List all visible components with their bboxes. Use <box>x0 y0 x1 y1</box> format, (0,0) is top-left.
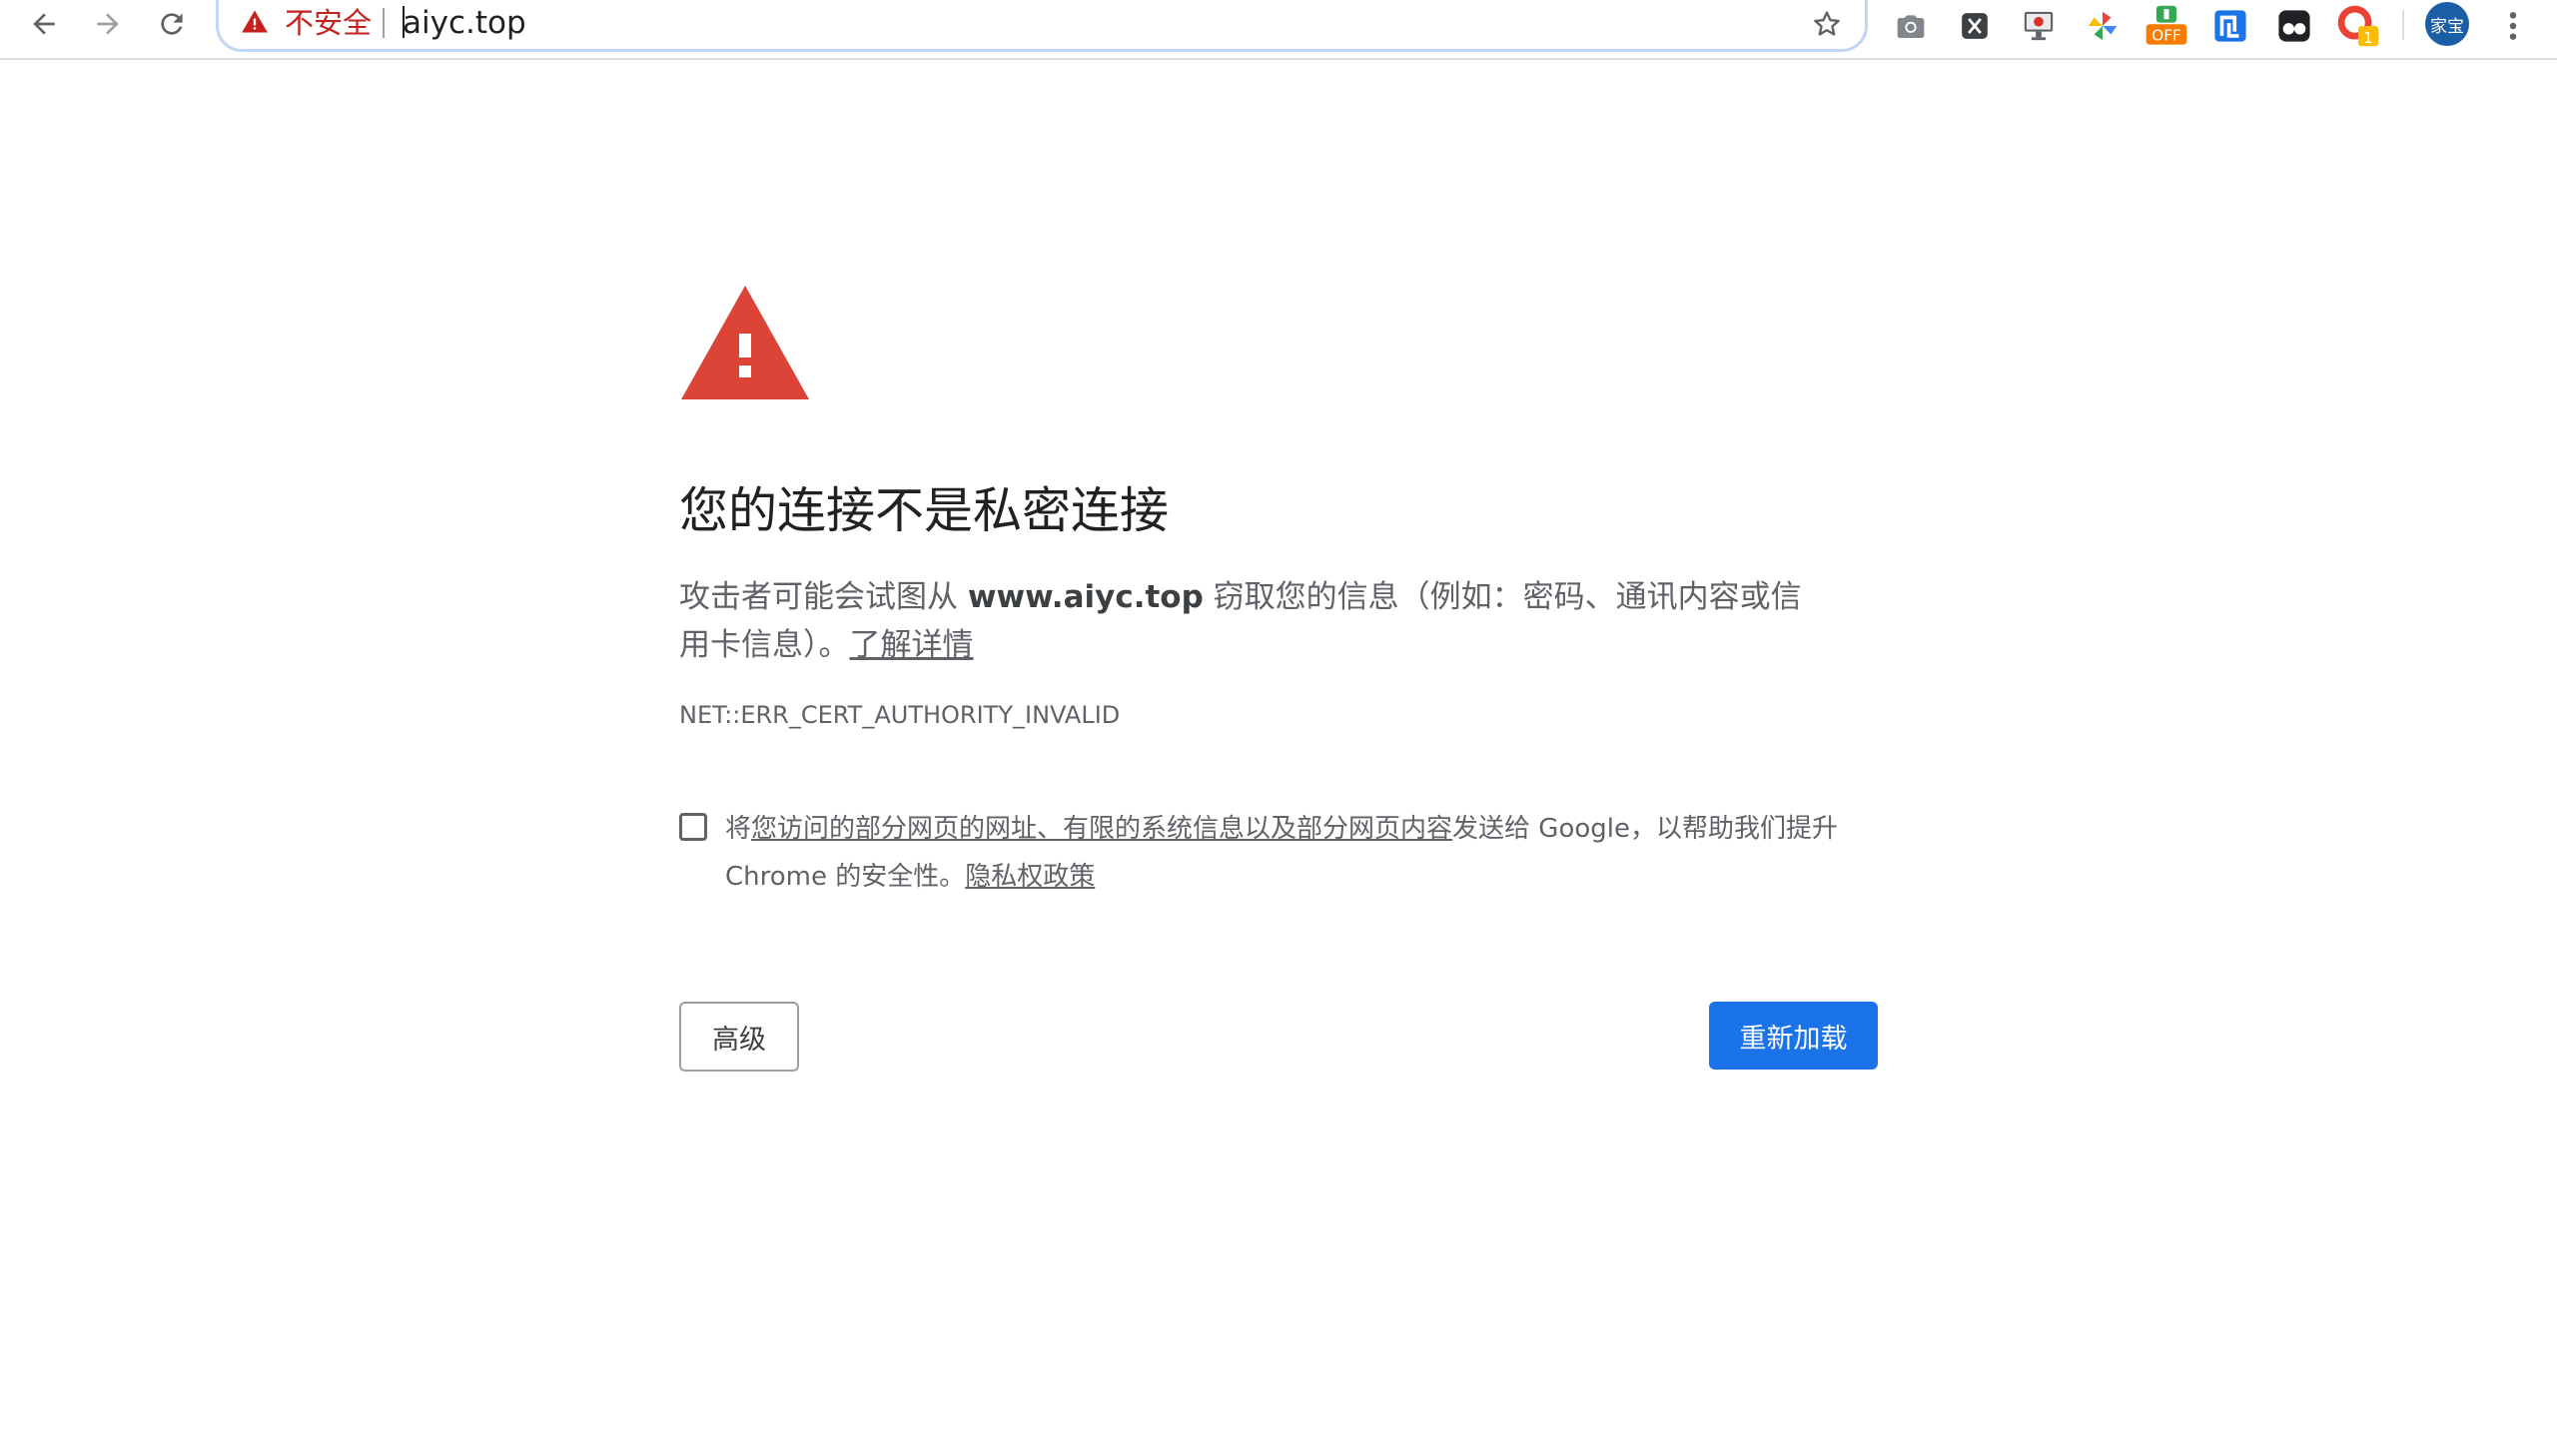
url-text[interactable]: aiyc.top <box>403 4 526 42</box>
off-badge: OFF <box>2151 26 2181 44</box>
bookmark-button[interactable] <box>1807 4 1847 44</box>
description-host: www.aiyc.top <box>967 579 1204 615</box>
address-bar[interactable]: 不安全 aiyc.top <box>216 0 1868 52</box>
back-button[interactable] <box>16 0 72 48</box>
tampermonkey-icon <box>2278 10 2310 42</box>
back-arrow-icon <box>33 13 55 35</box>
reload-button[interactable] <box>144 0 200 48</box>
more-vert-icon <box>2509 12 2517 40</box>
x-extension-icon <box>1962 13 1988 39</box>
advanced-button[interactable]: 高级 <box>679 1002 799 1072</box>
forward-arrow-icon <box>97 13 119 35</box>
bracket-extension-icon <box>2214 10 2246 42</box>
security-chip[interactable] <box>241 8 269 36</box>
extension-off[interactable]: OFF <box>2144 4 2188 48</box>
error-description: 攻击者可能会试图从 www.aiyc.top 窃取您的信息（例如：密码、通讯内容… <box>679 573 1818 669</box>
extension-notification[interactable]: 1 <box>2336 4 2380 48</box>
learn-more-link[interactable]: 了解详情 <box>850 627 974 663</box>
extension-x[interactable] <box>1953 4 1997 48</box>
toolbar-separator <box>2402 10 2404 40</box>
text-caret <box>403 6 405 38</box>
chrome-menu-button[interactable] <box>2491 4 2535 48</box>
notification-extension-icon: 1 <box>2337 5 2379 47</box>
optin-details-link[interactable]: 您访问的部分网页的网址、有限的系统信息以及部分网页内容 <box>751 814 1452 844</box>
warning-icon <box>242 10 268 33</box>
extension-pinwheel[interactable] <box>2081 4 2125 48</box>
optin-prefix: 将 <box>725 814 752 844</box>
extension-bracket[interactable] <box>2208 4 2252 48</box>
warning-triangle-icon <box>681 286 809 399</box>
extension-tampermonkey[interactable] <box>2272 4 2316 48</box>
pinwheel-icon <box>2088 11 2118 41</box>
star-icon <box>1814 11 1840 36</box>
browser-toolbar: 不安全 aiyc.top OFF 1 家宝 <box>0 0 2557 60</box>
description-prefix: 攻击者可能会试图从 <box>679 579 968 615</box>
off-extension-icon: OFF <box>2145 5 2187 45</box>
extension-screen-recorder[interactable] <box>2017 4 2061 48</box>
privacy-policy-link[interactable]: 隐私权政策 <box>965 862 1095 892</box>
security-label[interactable]: 不安全 <box>285 5 372 41</box>
camera-icon <box>1897 15 1925 38</box>
safe-browsing-checkbox[interactable] <box>679 813 707 841</box>
screen-recorder-icon <box>2024 11 2054 41</box>
extension-camera[interactable] <box>1889 4 1933 48</box>
error-code: NET::ERR_CERT_AUTHORITY_INVALID <box>679 701 1121 729</box>
big-warning-icon <box>679 284 811 405</box>
forward-button[interactable] <box>80 0 136 48</box>
reload-page-button[interactable]: 重新加载 <box>1709 1002 1878 1070</box>
reload-icon <box>161 13 183 35</box>
safe-browsing-optin-text: 将您访问的部分网页的网址、有限的系统信息以及部分网页内容发送给 Google，以… <box>725 805 1854 901</box>
omnibox-divider <box>383 8 385 38</box>
profile-avatar[interactable]: 家宝 <box>2425 2 2469 46</box>
notification-badge: 1 <box>2363 29 2373 47</box>
page-title: 您的连接不是私密连接 <box>679 482 1170 539</box>
